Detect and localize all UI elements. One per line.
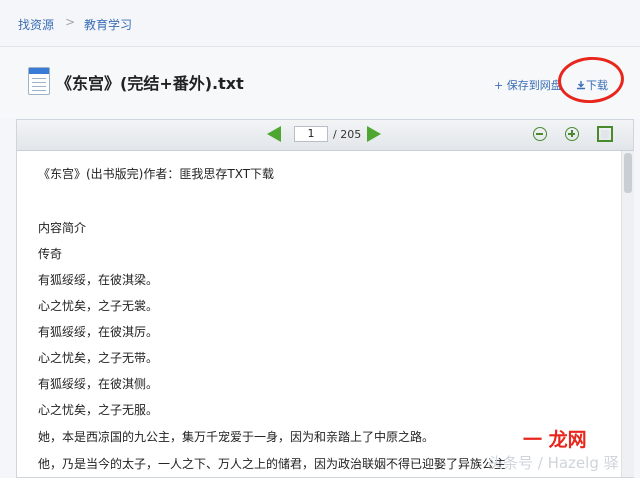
prev-page-icon[interactable] (267, 126, 281, 142)
text-line: 他，乃是当今的太子，一人之下、万人之上的储君，因为政治联姻不得已迎娶了异族公主 (38, 457, 507, 471)
zoom-in-icon[interactable] (565, 127, 579, 141)
text-line: 她，本是西凉国的九公主，集万千宠爱于一身，因为和亲踏上了中原之路。 (38, 430, 435, 444)
text-line: 《东宫》(出书版完)作者：匪我思存TXT下载 (38, 167, 275, 181)
text-line: 内容简介 (38, 221, 87, 235)
txt-file-icon (28, 67, 50, 95)
breadcrumb-separator: > (65, 15, 76, 29)
zoom-out-icon[interactable] (533, 127, 547, 141)
text-line: 有狐绥绥，在彼淇梁。 (38, 273, 159, 287)
file-header: 《东宫》(完结+番外).txt + 保存到网盘 下载 (0, 47, 640, 119)
watermark-logo: 一 龙网 (523, 429, 587, 451)
text-line: 心之忧矣，之子无裳。 (38, 299, 159, 313)
file-title: 《东宫》(完结+番外).txt (56, 74, 244, 93)
text-line: 心之忧矣，之子无服。 (38, 403, 159, 417)
text-line: 有狐绥绥，在彼淇侧。 (38, 377, 159, 391)
red-annotation-circle (556, 54, 626, 106)
page-number-input[interactable] (294, 126, 328, 142)
page-total: / 205 (333, 128, 362, 141)
breadcrumb-category-link[interactable]: 教育学习 (84, 16, 132, 33)
text-line: 心之忧矣，之子无带。 (38, 351, 159, 365)
scrollbar-thumb[interactable] (624, 153, 632, 193)
breadcrumb: 找资源 > 教育学习 (0, 0, 640, 47)
text-line: 有狐绥绥，在彼淇厉。 (38, 325, 159, 339)
next-page-icon[interactable] (367, 126, 381, 142)
breadcrumb-home-link[interactable]: 找资源 (18, 16, 54, 33)
viewer-toolbar: / 205 (17, 120, 633, 151)
save-to-netdisk-button[interactable]: + 保存到网盘 (494, 77, 562, 93)
fullscreen-icon[interactable] (597, 126, 613, 142)
watermark-text: 头条号 / Hazelg 驿 (488, 454, 619, 472)
vertical-scrollbar[interactable] (621, 151, 634, 477)
text-line: 传奇 (38, 247, 63, 261)
